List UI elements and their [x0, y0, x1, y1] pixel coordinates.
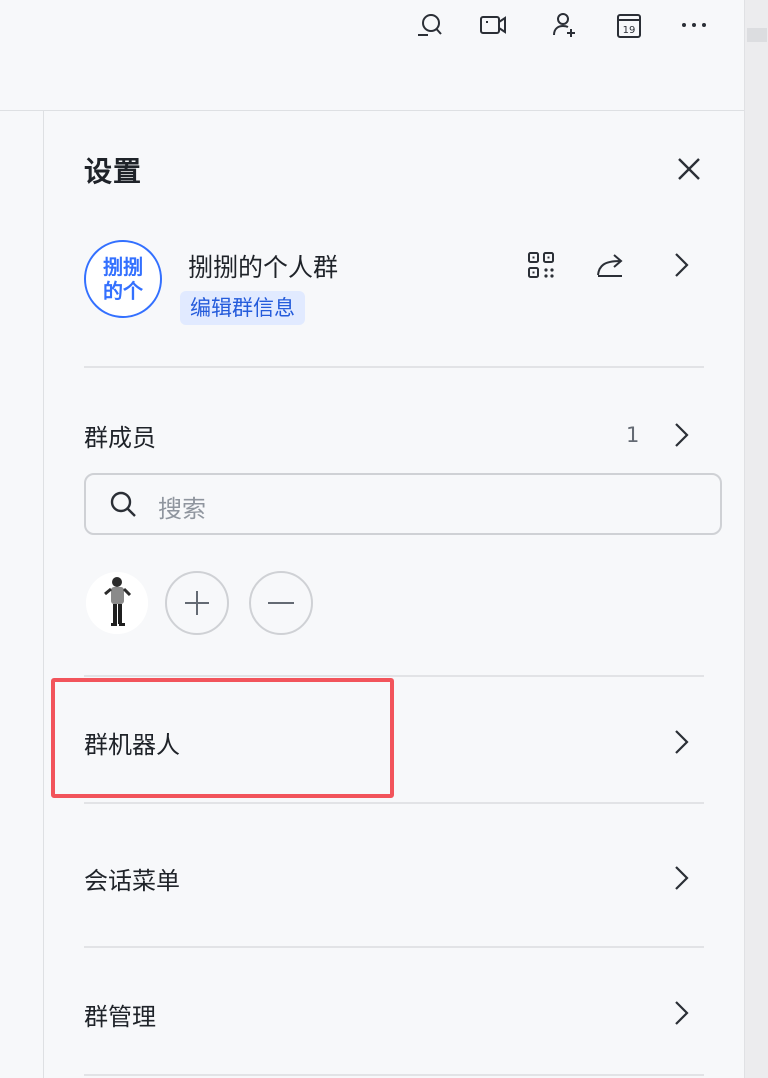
calendar-day: 19: [623, 25, 636, 36]
members-label: 群成员: [84, 424, 156, 452]
group-management-item[interactable]: 群管理: [84, 997, 156, 1032]
divider: [84, 946, 704, 948]
divider: [84, 1074, 704, 1076]
divider: [84, 675, 704, 677]
divider: [84, 366, 704, 368]
divider: [84, 802, 704, 804]
page-title: 设置: [84, 155, 143, 188]
avatar-text-line2: 的个: [103, 279, 143, 303]
group-management-chevron-icon[interactable]: [670, 998, 692, 1028]
members-chevron-icon[interactable]: [670, 420, 692, 450]
highlight-box: [51, 678, 394, 798]
share-icon[interactable]: [594, 248, 628, 282]
search-placeholder: 搜索: [158, 495, 206, 523]
avatar-text-line1: 捌捌: [103, 255, 143, 279]
group-detail-chevron-icon[interactable]: [670, 250, 692, 280]
minus-icon: [268, 602, 294, 604]
member-avatar[interactable]: [86, 572, 148, 634]
group-name: 捌捌的个人群: [188, 253, 339, 282]
add-member-icon[interactable]: [548, 8, 582, 42]
group-bots-chevron-icon[interactable]: [670, 727, 692, 757]
search-chat-icon[interactable]: [413, 8, 447, 42]
qr-code-icon[interactable]: [524, 248, 558, 282]
plus-icon: [185, 591, 209, 615]
remove-member-button[interactable]: [249, 571, 313, 635]
close-icon[interactable]: [672, 152, 706, 186]
more-icon[interactable]: [677, 8, 711, 42]
scrollbar-strip[interactable]: [744, 0, 768, 1078]
video-icon[interactable]: [476, 8, 510, 42]
member-count: 1: [626, 423, 640, 447]
add-member-button[interactable]: [165, 571, 229, 635]
session-menu-item[interactable]: 会话菜单: [84, 861, 180, 896]
search-icon: [110, 491, 136, 517]
session-menu-chevron-icon[interactable]: [670, 863, 692, 893]
member-search-input[interactable]: 搜索: [84, 473, 722, 535]
calendar-icon[interactable]: 19: [612, 8, 646, 42]
edit-group-info-button[interactable]: 编辑群信息: [180, 291, 305, 325]
person-figure-icon: [86, 572, 148, 634]
chat-toolbar: 19: [0, 0, 744, 111]
group-avatar[interactable]: 捌捌 的个: [84, 240, 162, 318]
